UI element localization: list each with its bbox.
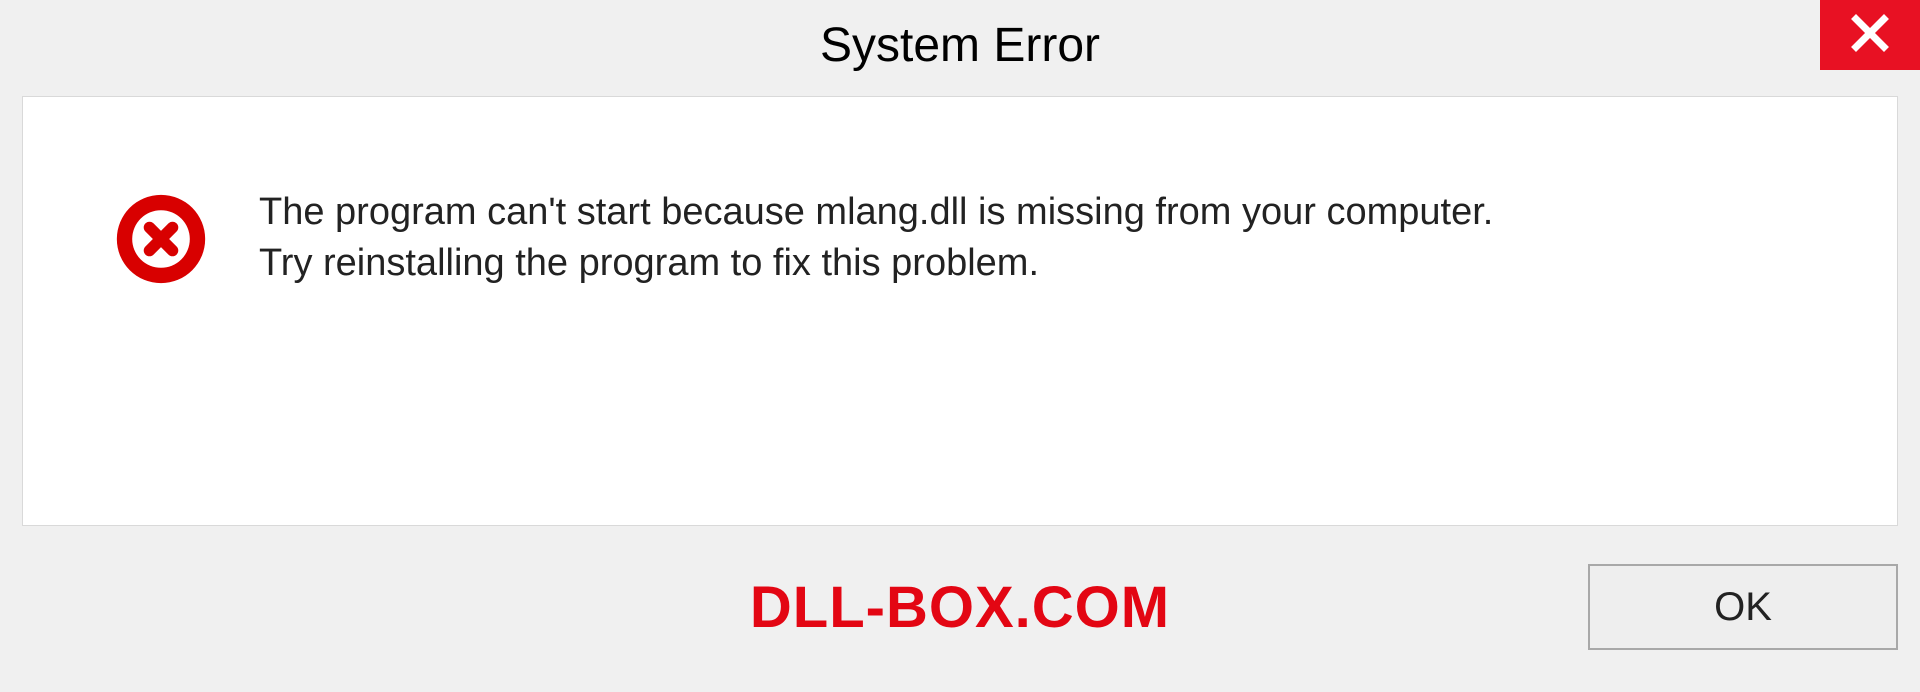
dialog-title: System Error [820,18,1100,73]
dialog-message-line1: The program can't start because mlang.dl… [259,187,1493,238]
dialog-footer: DLL-BOX.COM OK [22,552,1898,662]
dialog-message-line2: Try reinstalling the program to fix this… [259,238,1493,289]
dialog-body: The program can't start because mlang.dl… [22,96,1898,526]
watermark: DLL-BOX.COM [750,574,1170,641]
close-button[interactable] [1820,0,1920,70]
ok-button[interactable]: OK [1588,564,1898,650]
title-bar: System Error [0,0,1920,90]
dialog-message: The program can't start because mlang.dl… [259,187,1493,290]
close-icon [1849,12,1891,59]
error-icon [113,191,209,287]
